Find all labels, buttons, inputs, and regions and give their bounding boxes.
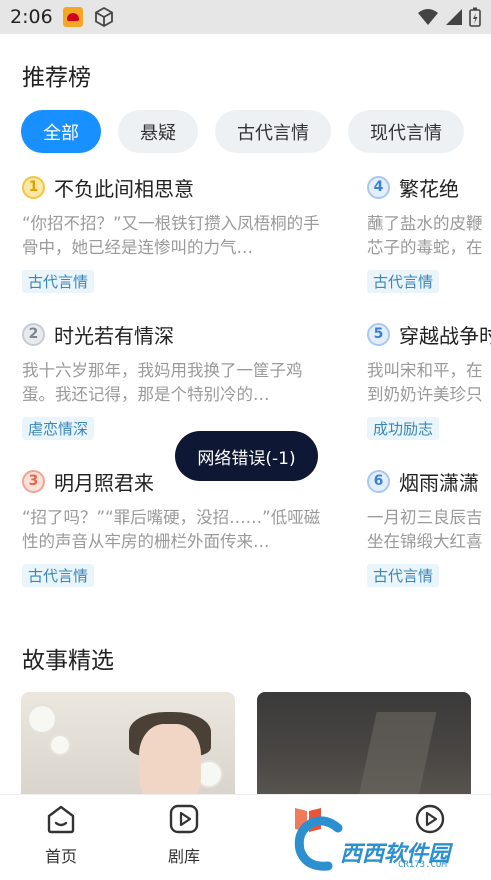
ranking-item-desc: 我十六岁那年，我妈用我换了一筐子鸡蛋。我还记得，那是个特别冷的…: [22, 361, 303, 404]
ranking-item-desc: 一月初三良辰吉坐在锦缎大红喜: [367, 508, 483, 551]
rank-3-badge: 3: [22, 469, 45, 493]
status-bar: 2:06: [0, 0, 491, 34]
stories-title: 故事精选: [22, 648, 114, 674]
ranking-item-title: 烟雨潇潇: [399, 470, 479, 495]
flower-decoration: [29, 706, 55, 732]
ranking-item-tag: 古代言情: [367, 564, 440, 587]
ranking-item-tag: 古代言情: [367, 270, 440, 293]
ranking-item[interactable]: 1 不负此间相思意 “你招不招？”又一根铁钉攒入凤梧桐的手骨中，她已经是连惨叫的…: [22, 172, 332, 319]
signal-icon: [446, 9, 462, 25]
watermark-logo: 西西软件园 CR173.COM: [290, 806, 480, 874]
ranking-item-tag: 虐恋情深: [22, 417, 95, 440]
rank-1-badge: 1: [22, 175, 45, 199]
ranking-item-tag: 古代言情: [22, 270, 95, 293]
rank-4-badge: 4: [367, 175, 390, 199]
story-card[interactable]: [257, 692, 471, 802]
ranking-title: 推荐榜: [22, 65, 91, 91]
ranking-item-tag: 成功励志: [367, 417, 440, 440]
nav-library[interactable]: 剧库: [144, 803, 224, 867]
ranking-column-right: 4 繁花绝 蘸了盐水的皮鞭芯子的毒蛇，在 古代言情 5 穿越战争时 我叫宋和平，…: [367, 172, 491, 613]
ranking-item[interactable]: 3 明月照君来 “招了吗？”“罪后嘴硬，没招……”低哑磁性的声音从牢房的栅栏外面…: [22, 466, 332, 613]
ranking-item-tag: 古代言情: [22, 564, 95, 587]
chip-ancient-romance[interactable]: 古代言情: [215, 110, 331, 153]
ranking-item-title: 穿越战争时: [399, 323, 491, 348]
flower-decoration: [51, 736, 69, 754]
rank-6-badge: 6: [367, 469, 390, 493]
ranking-item-title: 繁花绝: [399, 176, 459, 201]
story-card[interactable]: [21, 692, 235, 802]
rank-5-badge: 5: [367, 322, 390, 346]
ranking-item-desc: “你招不招？”又一根铁钉攒入凤梧桐的手骨中，她已经是连惨叫的力气…: [22, 214, 320, 257]
app-notification-icon: [62, 7, 83, 27]
ranking-item[interactable]: 5 穿越战争时 我叫宋和平，在到奶奶许美珍只 成功励志: [367, 319, 491, 466]
cover-shadow: [357, 712, 437, 802]
ranking-column-left: 1 不负此间相思意 “你招不招？”又一根铁钉攒入凤梧桐的手骨中，她已经是连惨叫的…: [22, 172, 332, 613]
ranking-item-title: 时光若有情深: [54, 323, 174, 348]
battery-icon: [469, 7, 481, 27]
error-toast: 网络错误(-1): [175, 431, 318, 481]
nav-home-label: 首页: [44, 847, 77, 866]
ranking-item-title: 明月照君来: [54, 470, 154, 495]
ranking-item[interactable]: 6 烟雨潇潇 一月初三良辰吉坐在锦缎大红喜 古代言情: [367, 466, 491, 613]
play-icon: [169, 804, 199, 834]
home-icon: [47, 805, 75, 834]
status-icons: [417, 7, 481, 27]
chip-modern-romance[interactable]: 现代言情: [348, 110, 464, 153]
ranking-item[interactable]: 4 繁花绝 蘸了盐水的皮鞭芯子的毒蛇，在 古代言情: [367, 172, 491, 319]
status-time: 2:06: [10, 6, 53, 28]
chip-suspense[interactable]: 悬疑: [118, 110, 198, 153]
nav-home[interactable]: 首页: [21, 803, 101, 867]
rank-2-badge: 2: [22, 322, 45, 346]
ranking-item-desc: 我叫宋和平，在到奶奶许美珍只: [367, 361, 483, 404]
watermark-subtext: CR173.COM: [398, 860, 447, 870]
chip-all[interactable]: 全部: [21, 110, 101, 153]
wifi-icon: [418, 9, 438, 25]
nav-library-label: 剧库: [167, 847, 200, 866]
cube-icon: [94, 6, 113, 28]
ranking-item-desc: 蘸了盐水的皮鞭芯子的毒蛇，在: [367, 214, 483, 257]
category-chips: 全部 悬疑 古代言情 现代言情: [21, 110, 464, 153]
cover-figure-face: [139, 724, 201, 802]
watermark-c-icon: [294, 816, 343, 871]
ranking-item-title: 不负此间相思意: [54, 176, 194, 201]
ranking-item-desc: “招了吗？”“罪后嘴硬，没招……”低哑磁性的声音从牢房的栅栏外面传来…: [22, 508, 321, 551]
